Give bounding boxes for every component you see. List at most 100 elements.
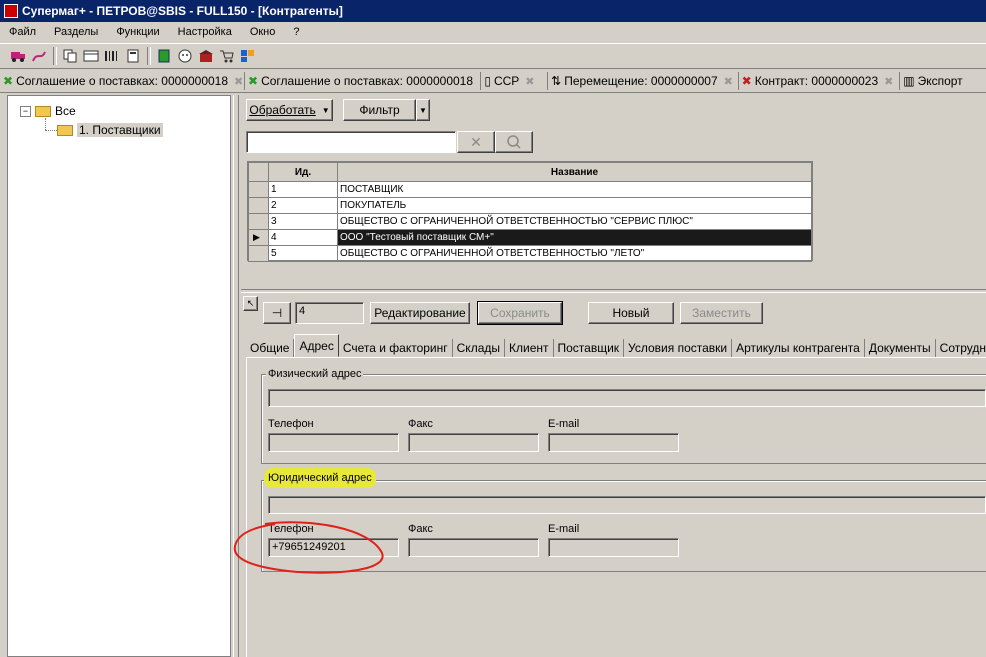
face-icon[interactable] bbox=[175, 46, 195, 66]
physical-address-title: Физический адрес bbox=[266, 368, 364, 380]
filter-button[interactable]: Фильтр bbox=[343, 99, 416, 121]
chevron-down-icon: ▼ bbox=[419, 105, 427, 115]
tree-connector bbox=[45, 130, 57, 132]
doc-tab-label: Соглашение о поставках: 0000000018 bbox=[16, 74, 229, 88]
detail-tabs: Общие Адрес Счета и факторинг Склады Кли… bbox=[246, 334, 986, 357]
cell-id: 2 bbox=[268, 197, 338, 214]
doc-tab-export[interactable]: ▥ Экспорт bbox=[900, 72, 986, 90]
tab-supplier[interactable]: Поставщик bbox=[554, 339, 625, 357]
search-input[interactable] bbox=[246, 131, 456, 153]
tree-label: Все bbox=[55, 104, 76, 118]
tab-accounts[interactable]: Счета и факторинг bbox=[339, 339, 453, 357]
cell-name: ОБЩЕСТВО С ОГРАНИЧЕННОЙ ОТВЕТСТВЕННОСТЬЮ… bbox=[337, 245, 812, 262]
current-row-indicator: ▶ bbox=[248, 229, 269, 246]
row-indicator bbox=[248, 245, 269, 262]
tab-delivery-terms[interactable]: Условия поставки bbox=[624, 339, 733, 357]
collapse-icon[interactable]: − bbox=[20, 105, 31, 117]
cart-icon[interactable] bbox=[217, 46, 237, 66]
menu-help[interactable]: ? bbox=[284, 26, 308, 38]
copy-icon[interactable] bbox=[60, 46, 80, 66]
tab-articles[interactable]: Артикулы контрагента bbox=[732, 339, 865, 357]
menu-bar: Файл Разделы Функции Настройка Окно ? bbox=[0, 22, 986, 42]
new-button[interactable]: Новый bbox=[588, 302, 674, 324]
doc-tab-label: Экспорт bbox=[917, 74, 963, 88]
contract-icon: ✖ bbox=[741, 74, 752, 88]
cell-name: ОБЩЕСТВО С ОГРАНИЧЕННОЙ ОТВЕТСТВЕННОСТЬЮ… bbox=[337, 213, 812, 230]
toolbar-separator bbox=[147, 47, 151, 65]
search-button[interactable] bbox=[495, 131, 533, 153]
doc-tab-label: ССР bbox=[493, 74, 520, 88]
calculator-icon[interactable] bbox=[123, 46, 143, 66]
toolbar bbox=[0, 43, 986, 69]
cell-id: 4 bbox=[268, 229, 338, 246]
clear-search-button[interactable]: ✕ bbox=[457, 131, 495, 153]
cell-name: ПОСТАВЩИК bbox=[337, 181, 812, 198]
table-row-selected[interactable]: ▶ 4 ООО "Тестовый поставщик СМ+" bbox=[248, 229, 812, 246]
filter-dropdown-button[interactable]: ▼ bbox=[416, 99, 430, 121]
route-icon[interactable] bbox=[29, 46, 49, 66]
blocks-icon[interactable] bbox=[238, 46, 258, 66]
table-row[interactable]: 5 ОБЩЕСТВО С ОГРАНИЧЕННОЙ ОТВЕТСТВЕННОСТ… bbox=[248, 245, 812, 262]
doc-tab-transfer[interactable]: ⇅ Перемещение: 0000000007 ✖ bbox=[548, 72, 739, 90]
chevron-down-icon: ▼ bbox=[321, 105, 330, 115]
doc-tab-agreement-1[interactable]: ✖ Соглашение о поставках: 0000000018 ✖ bbox=[0, 72, 245, 90]
folder-icon bbox=[35, 105, 51, 117]
physical-phone-label: Телефон bbox=[268, 418, 314, 430]
physical-phone-field bbox=[268, 433, 399, 452]
horizontal-splitter[interactable] bbox=[241, 289, 986, 293]
tree-node-all[interactable]: − Все bbox=[20, 104, 76, 118]
column-header-id[interactable]: Ид. bbox=[268, 162, 338, 182]
tree-node-suppliers[interactable]: 1. Поставщики bbox=[57, 123, 163, 137]
move-icon: ⇅ bbox=[551, 74, 562, 88]
tab-address[interactable]: Адрес bbox=[294, 334, 339, 357]
column-header-name[interactable]: Название bbox=[337, 162, 812, 182]
menu-file[interactable]: Файл bbox=[0, 26, 45, 38]
tab-documents[interactable]: Документы bbox=[865, 339, 936, 357]
legal-email-label: E-mail bbox=[548, 523, 580, 535]
tab-general[interactable]: Общие bbox=[246, 339, 295, 357]
green-doc-icon[interactable] bbox=[154, 46, 174, 66]
cell-name: ПОКУПАТЕЛЬ bbox=[337, 197, 812, 214]
save-button[interactable]: Сохранить bbox=[477, 301, 563, 325]
close-icon[interactable]: ✖ bbox=[525, 75, 534, 88]
truck-icon[interactable] bbox=[8, 46, 28, 66]
process-button[interactable]: Обработать ▼ bbox=[246, 99, 333, 121]
filter-label: Фильтр bbox=[359, 103, 400, 117]
legal-email-field bbox=[548, 538, 679, 557]
barcode-icon[interactable] bbox=[102, 46, 122, 66]
open-folder-icon bbox=[57, 124, 73, 136]
grid-table: Ид. Название 1 ПОСТАВЩИК 2 ПОКУПАТЕЛЬ 3 … bbox=[248, 162, 812, 262]
pin-icon: ⊣ bbox=[271, 306, 283, 320]
grid-header-row: Ид. Название bbox=[248, 162, 812, 182]
table-row[interactable]: 2 ПОКУПАТЕЛЬ bbox=[248, 197, 812, 214]
document-tabs: ✖ Соглашение о поставках: 0000000018 ✖ ✖… bbox=[0, 70, 986, 93]
menu-sections[interactable]: Разделы bbox=[45, 26, 107, 38]
menu-window[interactable]: Окно bbox=[241, 26, 285, 38]
edit-button[interactable]: Редактирование bbox=[370, 302, 470, 324]
cell-id: 5 bbox=[268, 245, 338, 262]
record-id-field: 4 bbox=[295, 302, 364, 324]
close-icon[interactable]: ✖ bbox=[234, 75, 243, 88]
row-indicator bbox=[248, 213, 269, 230]
doc-tab-agreement-2[interactable]: ✖ Соглашение о поставках: 0000000018 bbox=[245, 72, 482, 90]
tab-client[interactable]: Клиент bbox=[505, 339, 554, 357]
table-row[interactable]: 3 ОБЩЕСТВО С ОГРАНИЧЕННОЙ ОТВЕТСТВЕННОСТ… bbox=[248, 213, 812, 230]
doc-tab-ccp[interactable]: ▯ ССР ✖ bbox=[481, 72, 549, 90]
doc-tab-contract[interactable]: ✖ Контракт: 0000000023 ✖ bbox=[739, 72, 901, 90]
physical-address-field bbox=[268, 389, 986, 407]
windows-icon[interactable] bbox=[81, 46, 101, 66]
pin-button[interactable]: ⊣ bbox=[263, 302, 291, 324]
store-icon[interactable] bbox=[196, 46, 216, 66]
physical-email-field bbox=[548, 433, 679, 452]
close-icon[interactable]: ✖ bbox=[724, 75, 733, 88]
menu-settings[interactable]: Настройка bbox=[169, 26, 241, 38]
menu-functions[interactable]: Функции bbox=[107, 26, 168, 38]
expand-arrow-button[interactable]: ↖ bbox=[243, 296, 258, 311]
table-row[interactable]: 1 ПОСТАВЩИК bbox=[248, 181, 812, 198]
close-icon[interactable]: ✖ bbox=[884, 75, 893, 88]
tab-employees[interactable]: Сотрудники bbox=[936, 339, 986, 357]
grid-corner bbox=[248, 162, 269, 182]
replace-button[interactable]: Заместить bbox=[680, 302, 763, 324]
tab-warehouses[interactable]: Склады bbox=[453, 339, 505, 357]
cell-name: ООО "Тестовый поставщик СМ+" bbox=[337, 229, 812, 246]
